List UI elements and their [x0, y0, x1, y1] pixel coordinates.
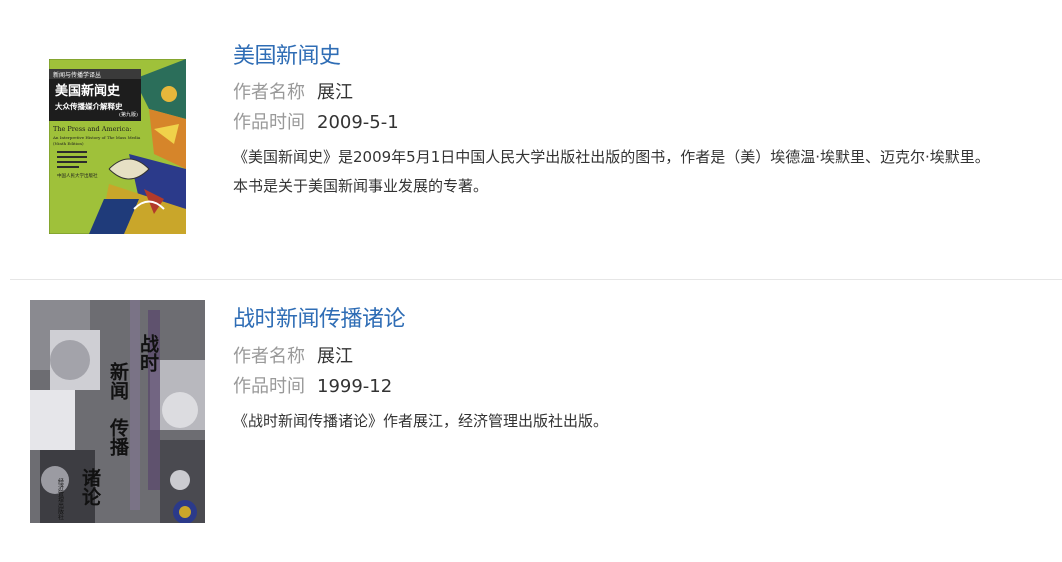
cover-title-bottom: 诸论 [79, 468, 101, 506]
book-cover-art: 战时 新闻 传播 诸论 经济管理出版社 [30, 300, 205, 523]
description-line: 《美国新闻史》是2009年5月1日中国人民大学出版社出版的图书，作者是（美）埃德… [233, 148, 990, 166]
cover-publisher-text: 经济管理出版社 [57, 477, 64, 521]
works-list: 新闻与传播学译丛 美国新闻史 大众传播媒介解释史 (第九版) The Press… [0, 0, 1062, 562]
description-line: 本书是关于美国新闻事业发展的专著。 [233, 177, 489, 195]
date-row: 作品时间 1999-12 [233, 372, 392, 398]
author-value: 展江 [317, 346, 353, 367]
cover-title-mid1: 新闻 [107, 361, 129, 400]
cover-series-text: 新闻与传播学译丛 [53, 71, 101, 79]
cover-title-mid2: 传播 [107, 417, 130, 457]
cover-english-edition: (Ninth Edition) [53, 141, 84, 146]
cover-publisher-text: 中国人民大学出版社 [57, 172, 98, 179]
book-cover-art: 新闻与传播学译丛 美国新闻史 大众传播媒介解释史 (第九版) The Press… [49, 59, 186, 234]
description-line: 《战时新闻传播诸论》作者展江，经济管理出版社出版。 [233, 412, 609, 430]
cover-subtitle-text: 大众传播媒介解释史 [55, 101, 123, 111]
date-label: 作品时间 [233, 376, 305, 397]
book-cover-image[interactable]: 战时 新闻 传播 诸论 经济管理出版社 [30, 300, 205, 523]
cover-english-title: The Press and America: [53, 125, 131, 133]
work-title-link[interactable]: 美国新闻史 [233, 38, 341, 70]
author-label: 作者名称 [233, 346, 305, 367]
cover-title-top: 战时 [137, 334, 159, 372]
cover-edition-text: (第九版) [119, 111, 138, 118]
date-label: 作品时间 [233, 112, 305, 133]
date-row: 作品时间 2009-5-1 [233, 108, 399, 134]
work-description: 《美国新闻史》是2009年5月1日中国人民大学出版社出版的图书，作者是（美）埃德… [233, 143, 990, 201]
author-row: 作者名称 展江 [233, 342, 353, 368]
work-description: 《战时新闻传播诸论》作者展江，经济管理出版社出版。 [233, 407, 608, 436]
work-title-link[interactable]: 战时新闻传播诸论 [233, 301, 406, 333]
author-row: 作者名称 展江 [233, 78, 353, 104]
cover-title-text: 美国新闻史 [55, 83, 121, 99]
author-label: 作者名称 [233, 82, 305, 103]
work-item: 新闻与传播学译丛 美国新闻史 大众传播媒介解释史 (第九版) The Press… [10, 0, 1062, 280]
date-value: 1999-12 [317, 376, 393, 397]
author-value: 展江 [317, 82, 353, 103]
book-cover-image[interactable]: 新闻与传播学译丛 美国新闻史 大众传播媒介解释史 (第九版) The Press… [49, 59, 186, 234]
work-item: 战时 新闻 传播 诸论 经济管理出版社 战时新闻传播诸论 作者名称 展江 作品时间… [0, 280, 1062, 562]
date-value: 2009-5-1 [317, 112, 399, 133]
cover-english-subtitle: An Interpretive History of The Mass Medi… [52, 135, 141, 140]
